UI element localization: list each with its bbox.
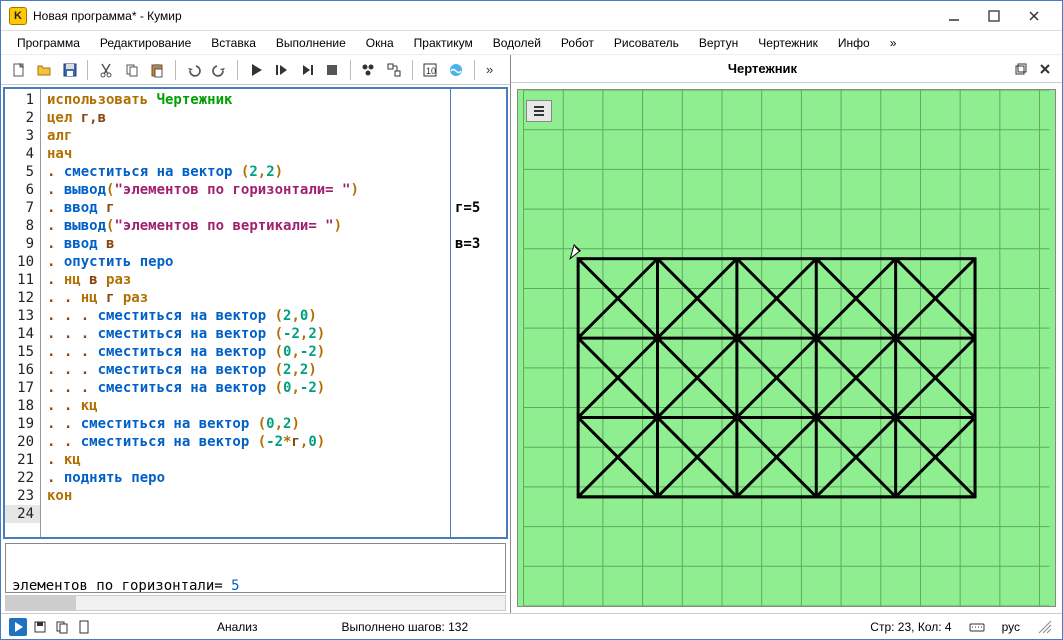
run-icon[interactable] — [244, 58, 267, 82]
step-over-icon[interactable] — [295, 58, 318, 82]
hamburger-icon — [531, 103, 547, 119]
redo-icon[interactable] — [207, 58, 230, 82]
save-status-icon[interactable] — [31, 618, 49, 636]
menu-0[interactable]: Программа — [7, 33, 90, 53]
keyboard-icon[interactable] — [968, 618, 986, 636]
drawer-canvas[interactable] — [517, 89, 1056, 607]
save-file-icon[interactable] — [58, 58, 81, 82]
editor-pane: 10 » 123456789101112131415161718192021222… — [1, 55, 511, 613]
console-line: элементов по горизонтали= — [12, 578, 231, 593]
menu-6[interactable]: Водолей — [483, 33, 551, 53]
canvas-menu-button[interactable] — [526, 100, 552, 122]
undo-icon[interactable] — [182, 58, 205, 82]
stop-icon[interactable] — [320, 58, 343, 82]
title-bar: K Новая программа* - Кумир — [1, 1, 1062, 31]
paste-icon[interactable] — [145, 58, 168, 82]
menu-11[interactable]: Инфо — [828, 33, 880, 53]
menu-9[interactable]: Вертун — [689, 33, 748, 53]
open-file-icon[interactable] — [32, 58, 55, 82]
code-editor[interactable]: 123456789101112131415161718192021222324 … — [3, 87, 508, 539]
insert-module-icon[interactable] — [357, 58, 380, 82]
menu-bar: ПрограммаРедактированиеВставкаВыполнение… — [1, 31, 1062, 55]
actor-icon[interactable] — [444, 58, 467, 82]
doc-status-icon[interactable] — [75, 618, 93, 636]
step-icon[interactable] — [269, 58, 292, 82]
svg-text:»: » — [486, 62, 493, 77]
close-button[interactable] — [1014, 2, 1054, 30]
status-cursor-position: Стр: 23, Кол: 4 — [870, 620, 951, 634]
status-language[interactable]: рус — [1002, 620, 1020, 634]
drawer-drawing — [518, 90, 1055, 606]
line-number-gutter: 123456789101112131415161718192021222324 — [5, 89, 41, 537]
copy-icon[interactable] — [120, 58, 143, 82]
menu-2[interactable]: Вставка — [201, 33, 266, 53]
drawer-header: Чертежник — [511, 55, 1062, 83]
horizontal-scrollbar[interactable] — [5, 595, 506, 611]
runtime-values-margin: г=5в=3 — [450, 89, 506, 537]
svg-text:10: 10 — [426, 66, 436, 76]
app-icon: K — [9, 7, 27, 25]
copy-status-icon[interactable] — [53, 618, 71, 636]
menu-8[interactable]: Рисователь — [604, 33, 689, 53]
restore-pane-icon[interactable] — [1012, 60, 1030, 78]
menu-10[interactable]: Чертежник — [748, 33, 828, 53]
output-console[interactable]: элементов по горизонтали= 5 элементов по… — [5, 543, 506, 593]
toggle-lines-icon[interactable]: 10 — [419, 58, 442, 82]
console-value: 5 — [231, 578, 239, 593]
status-bar: Анализ Выполнено шагов: 132 Стр: 23, Кол… — [1, 613, 1062, 639]
drawer-pane: Чертежник — [511, 55, 1062, 613]
menu-3[interactable]: Выполнение — [266, 33, 356, 53]
new-file-icon[interactable] — [7, 58, 30, 82]
close-pane-icon[interactable] — [1036, 60, 1054, 78]
drawer-title: Чертежник — [519, 61, 1006, 76]
cut-icon[interactable] — [94, 58, 117, 82]
menu-5[interactable]: Практикум — [404, 33, 483, 53]
menu-12[interactable]: » — [880, 33, 907, 53]
code-area[interactable]: использовать Чертежникцел г,валгнач. сме… — [41, 89, 450, 537]
more-icon[interactable]: » — [481, 58, 504, 82]
toolbar: 10 » — [1, 55, 510, 85]
window-title: Новая программа* - Кумир — [33, 9, 934, 23]
menu-1[interactable]: Редактирование — [90, 33, 201, 53]
run-status-icon[interactable] — [9, 618, 27, 636]
status-steps: Выполнено шагов: 132 — [342, 620, 469, 634]
insert-alg-icon[interactable] — [382, 58, 405, 82]
resize-grip-icon[interactable] — [1036, 618, 1054, 636]
maximize-button[interactable] — [974, 2, 1014, 30]
minimize-button[interactable] — [934, 2, 974, 30]
menu-7[interactable]: Робот — [551, 33, 604, 53]
menu-4[interactable]: Окна — [356, 33, 404, 53]
status-analysis: Анализ — [217, 620, 258, 634]
